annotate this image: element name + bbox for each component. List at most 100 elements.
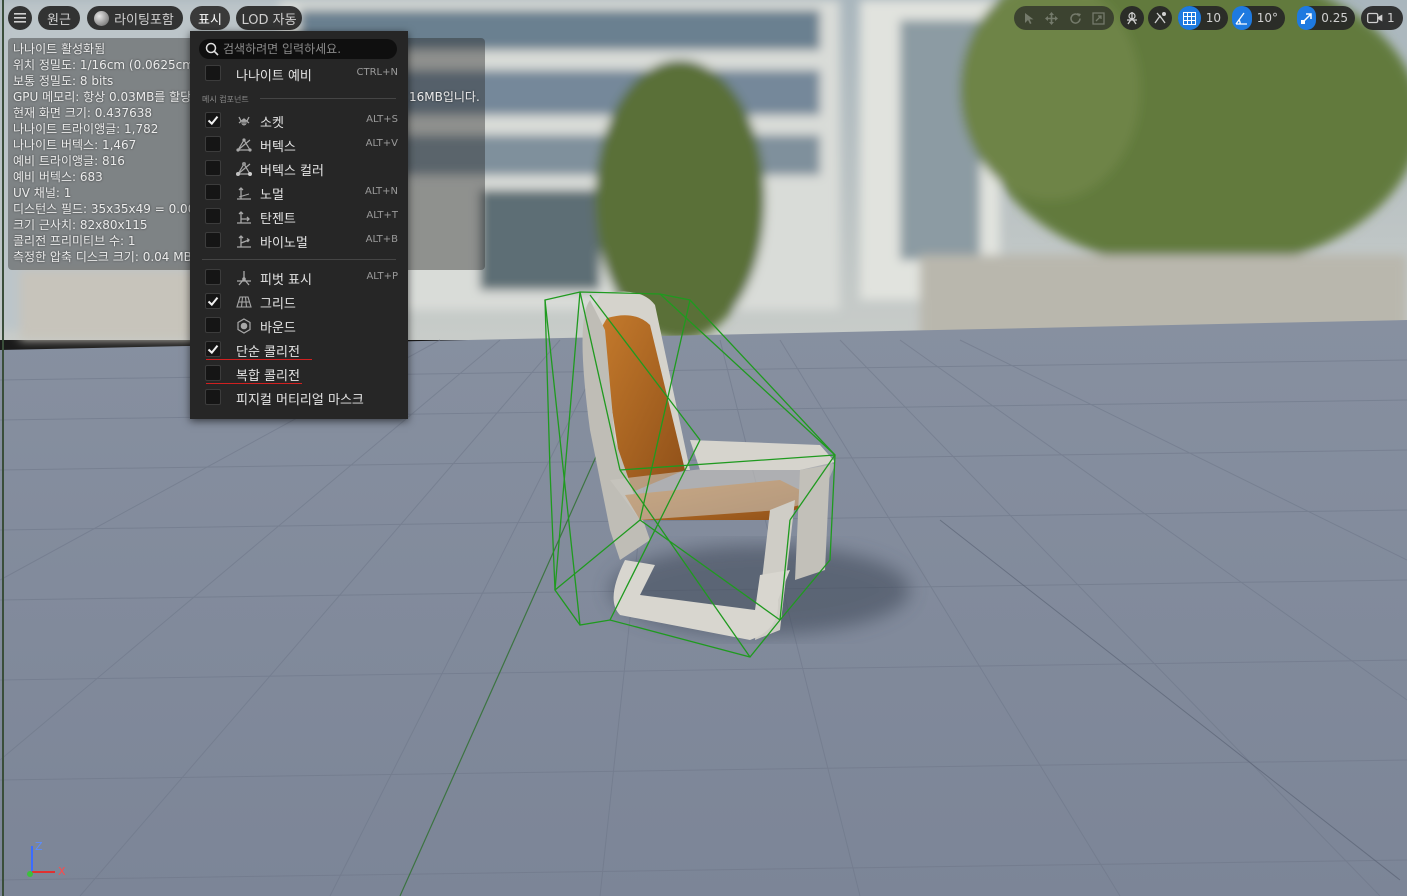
section-divider [260, 98, 396, 99]
menu-item-shortcut: ALT+P [366, 271, 398, 282]
move-tool-icon[interactable] [1045, 11, 1059, 25]
rotation-snap-toggle[interactable] [1232, 6, 1252, 30]
stat-line: 현재 화면 크기: 0.437638 [13, 106, 152, 120]
hamburger-menu-button[interactable] [8, 6, 32, 30]
menu-item-tangent[interactable]: 탄젠트 ALT+T [194, 205, 404, 229]
axis-z-label: Z [35, 840, 43, 853]
menu-item-shortcut: ALT+V [365, 138, 398, 149]
menu-search-box[interactable] [199, 39, 397, 59]
menu-item-label: 복합 콜리전 [236, 369, 300, 384]
binormal-icon [237, 235, 251, 248]
lighting-mode-label: 라이팅포함 [114, 12, 174, 28]
menu-item-label: 소켓 [260, 116, 284, 131]
menu-item-pivot[interactable]: 피벗 표시 ALT+P [194, 266, 404, 290]
stat-line: 나나이트 버텍스: 1,467 [13, 138, 137, 152]
search-icon [205, 42, 219, 56]
stat-line: 예비 트라이앵글: 816 [13, 154, 125, 168]
checkbox-unchecked[interactable] [205, 160, 221, 176]
viewport[interactable]: Z X 나나이트 활성화됨 위치 정밀도: 1/16cm (0.0625cm 보… [0, 0, 1407, 896]
grid-icon [236, 296, 252, 308]
stat-line-tail: 16MB입니다. [409, 90, 480, 104]
checkmark-icon [207, 344, 219, 355]
show-dropdown-menu: 나나이트 예비 CTRL+N 메시 컴포넌트 소켓 ALT+S 버텍스 ALT+… [190, 31, 408, 419]
vertex-icon [236, 138, 252, 152]
lighting-mode-button[interactable]: 라이팅포함 [87, 6, 183, 30]
stat-line: 나나이트 트라이앵글: 1,782 [13, 122, 159, 136]
vertex-color-icon [236, 162, 252, 176]
angle-snap-icon [1235, 12, 1248, 25]
menu-item-shortcut: ALT+S [366, 114, 398, 125]
stat-line: 보통 정밀도: 8 bits [13, 74, 114, 88]
grid-snap-group[interactable]: 10 [1178, 6, 1228, 30]
menu-item-label: 노멀 [260, 188, 284, 203]
grid-snap-value[interactable]: 10 [1201, 11, 1228, 25]
menu-item-label: 그리드 [260, 297, 296, 312]
checkbox-unchecked[interactable] [205, 208, 221, 224]
show-menu-button[interactable]: 표시 [190, 6, 230, 30]
stat-line: 예비 버텍스: 683 [13, 170, 103, 184]
select-tool-icon[interactable] [1023, 12, 1035, 25]
rotate-tool-icon[interactable] [1069, 12, 1082, 25]
lod-button[interactable]: LOD 자동 [236, 6, 302, 30]
scale-snap-group[interactable]: 0.25 [1297, 6, 1355, 30]
menu-item-normal[interactable]: 노멀 ALT+N [194, 181, 404, 205]
checkbox-unchecked[interactable] [205, 65, 221, 81]
stat-line: UV 채널: 1 [13, 186, 72, 200]
checkbox-unchecked[interactable] [205, 184, 221, 200]
menu-item-label: 나나이트 예비 [236, 69, 312, 84]
menu-item-label: 바이노멀 [260, 236, 308, 251]
world-local-toggle[interactable] [1120, 6, 1144, 30]
checkbox-unchecked[interactable] [205, 365, 221, 381]
scale-tool-icon[interactable] [1092, 11, 1105, 25]
tangent-icon [237, 211, 251, 224]
stat-line: 디스턴스 필드: 35x35x49 = 0.00 [13, 202, 196, 216]
stat-line: 위치 정밀도: 1/16cm (0.0625cm [13, 58, 194, 72]
menu-item-shortcut: CTRL+N [356, 67, 398, 78]
red-underline-simple-collision [206, 359, 312, 360]
section-title-mesh-components: 메시 컴포넌트 [202, 95, 249, 104]
menu-item-socket[interactable]: 소켓 ALT+S [194, 109, 404, 133]
axis-x-label: X [58, 865, 66, 878]
view-mode-button[interactable]: 원근 [38, 6, 80, 30]
menu-item-label: 탄젠트 [260, 212, 296, 227]
camera-speed-value: 1 [1387, 11, 1395, 25]
menu-item-shortcut: ALT+T [366, 210, 398, 221]
rotation-snap-value[interactable]: 10° [1252, 11, 1285, 25]
menu-item-binormal[interactable]: 바이노멀 ALT+B [194, 229, 404, 253]
checkbox-checked[interactable] [205, 293, 221, 309]
menu-item-shortcut: ALT+B [365, 234, 398, 245]
menu-item-vertex-color[interactable]: 버텍스 컬러 [194, 157, 404, 181]
camera-speed-button[interactable]: 1 [1361, 6, 1403, 30]
checkbox-unchecked[interactable] [205, 317, 221, 333]
stat-line: 나나이트 활성화됨 [13, 42, 106, 56]
grid-snap-icon [1182, 11, 1196, 25]
surface-snap-icon [1127, 12, 1137, 25]
checkbox-unchecked[interactable] [205, 269, 221, 285]
menu-item-shortcut: ALT+N [364, 186, 398, 197]
menu-item-label: 피지컬 머티리얼 마스크 [236, 393, 364, 408]
menu-search-input[interactable] [223, 39, 393, 59]
stat-line: 측정한 압축 디스크 크기: 0.04 MB [13, 250, 192, 264]
menu-divider [202, 259, 396, 260]
checkbox-unchecked[interactable] [205, 232, 221, 248]
menu-item-label: 피벗 표시 [260, 273, 312, 288]
snapping-icon [1154, 12, 1166, 24]
checkbox-unchecked[interactable] [205, 389, 221, 405]
grid-snap-toggle[interactable] [1178, 6, 1201, 30]
socket-icon [238, 116, 250, 126]
surface-snapping-button[interactable] [1148, 6, 1172, 30]
menu-item-vertex[interactable]: 버텍스 ALT+V [194, 133, 404, 157]
stat-line: 크기 근사치: 82x80x115 [13, 218, 148, 232]
checkmark-icon [207, 296, 219, 307]
scale-snap-value[interactable]: 0.25 [1316, 11, 1355, 25]
checkbox-unchecked[interactable] [205, 136, 221, 152]
menu-item-physical-material-mask[interactable]: 피지컬 머티리얼 마스크 [194, 386, 404, 410]
menu-item-nanite-preview[interactable]: 나나이트 예비 CTRL+N [194, 62, 404, 86]
checkbox-checked[interactable] [205, 112, 221, 128]
scale-snap-toggle[interactable] [1297, 6, 1317, 30]
checkbox-checked[interactable] [205, 341, 221, 357]
rotation-snap-group[interactable]: 10° [1232, 6, 1285, 30]
menu-item-bounds[interactable]: 바운드 [194, 314, 404, 338]
menu-item-grid[interactable]: 그리드 [194, 290, 404, 314]
bounds-icon [237, 318, 251, 334]
